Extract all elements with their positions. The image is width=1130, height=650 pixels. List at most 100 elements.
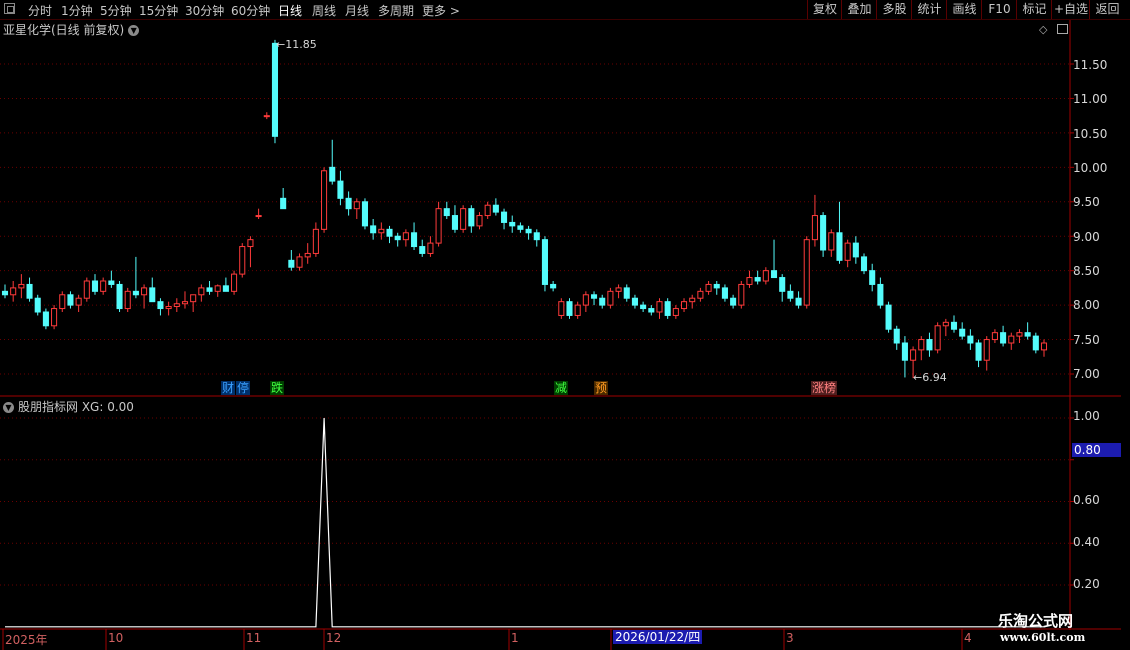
candle-body xyxy=(950,321,958,330)
candle-body xyxy=(26,283,33,299)
panel-toggle-icon[interactable] xyxy=(1057,24,1068,34)
candlestick-series xyxy=(1,39,1048,379)
candle-body xyxy=(288,259,295,268)
candle-body xyxy=(83,280,90,299)
candle-body xyxy=(869,270,876,285)
candle-body xyxy=(263,115,270,118)
date-tick: 1 xyxy=(511,631,519,645)
candle-body xyxy=(451,215,458,230)
event-tag-text: 停 xyxy=(236,381,249,395)
candle-body xyxy=(271,42,279,137)
candle-body xyxy=(648,308,655,313)
diamond-icon[interactable]: ◇ xyxy=(1039,23,1047,36)
candle-body xyxy=(836,232,843,261)
candle-body xyxy=(214,285,221,292)
candle-body xyxy=(91,280,99,292)
candle-body xyxy=(926,339,933,351)
candle-body xyxy=(991,332,998,341)
candle-body xyxy=(689,297,696,303)
indicator-title[interactable]: ▼ 股朋指标网 XG: 0.00 xyxy=(3,398,134,415)
candle-body xyxy=(1008,335,1015,344)
candle-body xyxy=(631,297,638,306)
price-tick: 8.00 xyxy=(1073,298,1100,312)
candle-body xyxy=(738,283,745,306)
candle-body xyxy=(975,342,982,361)
candle-body xyxy=(754,277,761,282)
candle-body xyxy=(959,328,966,337)
candle-body xyxy=(181,301,189,305)
watermark-url: www.60lt.com xyxy=(1000,631,1086,644)
low-price-annotation: ←6.94 xyxy=(913,371,947,384)
kline-chart[interactable] xyxy=(0,0,1130,650)
event-tag-forecast[interactable]: 预 xyxy=(594,381,608,395)
candle-body xyxy=(100,280,107,292)
price-tick: 8.50 xyxy=(1073,264,1100,278)
event-tag-earnings[interactable]: 财 xyxy=(221,381,235,395)
candle-body xyxy=(116,283,123,310)
candle-body xyxy=(247,239,254,248)
candle-body xyxy=(550,283,557,289)
date-tick: 4 xyxy=(964,631,972,645)
price-tick: 11.50 xyxy=(1073,58,1108,72)
candle-body xyxy=(599,297,606,306)
candle-body xyxy=(484,204,491,217)
candle-body xyxy=(517,225,524,230)
indicator-tick: 0.60 xyxy=(1073,493,1100,507)
event-tag-suspension[interactable]: 停 xyxy=(236,381,250,395)
price-tick: 9.00 xyxy=(1073,230,1100,244)
candle-body xyxy=(697,290,704,299)
candle-body xyxy=(713,283,720,289)
candle-body xyxy=(108,280,115,285)
candle-body xyxy=(59,294,66,310)
candle-body xyxy=(779,277,786,292)
candle-body xyxy=(844,242,851,261)
event-tag-drop[interactable]: 跌 xyxy=(270,381,284,395)
candle-body xyxy=(730,297,737,306)
candle-body xyxy=(582,294,589,306)
event-tag-top-gainer[interactable]: 涨榜 xyxy=(811,381,837,395)
candle-body xyxy=(460,208,467,230)
event-tag-reduce[interactable]: 减 xyxy=(554,381,568,395)
watermark-title: 乐淘公式网 xyxy=(998,612,1074,630)
right-scroll-strip[interactable] xyxy=(1121,20,1130,630)
stock-name-label: 亚星化学(日线 前复权) xyxy=(3,23,125,37)
candle-body xyxy=(329,166,336,182)
candle-body xyxy=(255,215,262,218)
candle-body xyxy=(411,232,418,248)
candle-body xyxy=(795,297,802,306)
candle-body xyxy=(501,211,508,223)
candle-body xyxy=(132,290,139,296)
candle-body xyxy=(705,283,712,292)
candle-body xyxy=(672,308,679,316)
chevron-down-icon[interactable]: ▼ xyxy=(128,25,140,36)
indicator-series xyxy=(5,417,1044,628)
chart-title[interactable]: 亚星化学(日线 前复权) ▼ xyxy=(3,21,140,38)
candle-body xyxy=(615,287,622,292)
candle-body xyxy=(1040,342,1048,351)
price-tick: 10.00 xyxy=(1073,161,1108,175)
indicator-tick: 0.20 xyxy=(1073,577,1100,591)
candle-body xyxy=(222,285,229,292)
candle-body xyxy=(304,252,311,258)
candle-body xyxy=(680,301,688,310)
indicator-name-label: 股朋指标网 XG: 0.00 xyxy=(18,400,134,414)
candle-body xyxy=(918,339,925,351)
price-tick: 11.00 xyxy=(1073,92,1108,106)
candle-body xyxy=(877,283,884,306)
chevron-down-icon[interactable]: ▼ xyxy=(3,402,14,413)
candle-body xyxy=(361,201,369,227)
candle-body xyxy=(885,304,892,330)
candle-body xyxy=(811,215,818,241)
candle-body xyxy=(967,335,974,344)
candle-body xyxy=(623,287,630,299)
event-tag-text: 跌 xyxy=(270,381,283,395)
candle-body xyxy=(419,246,426,254)
price-tick: 7.50 xyxy=(1073,333,1100,347)
candle-body xyxy=(435,208,442,244)
indicator-tick: 1.00 xyxy=(1073,409,1100,423)
date-tick: 11 xyxy=(246,631,262,645)
candle-body xyxy=(353,201,360,210)
candle-body xyxy=(337,180,344,199)
candle-body xyxy=(934,325,941,351)
low-price-value: 6.94 xyxy=(922,371,947,384)
